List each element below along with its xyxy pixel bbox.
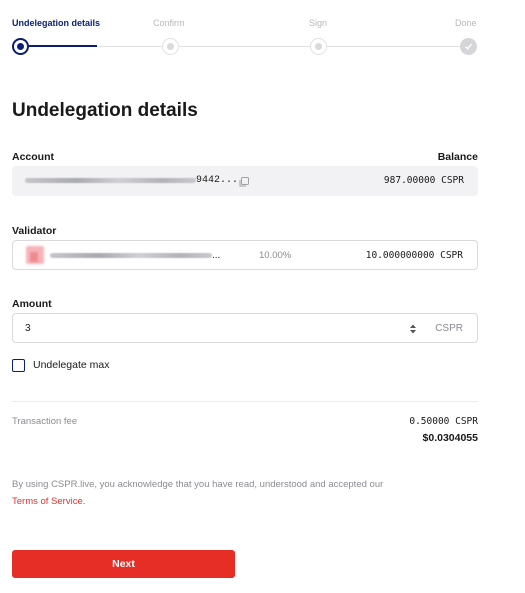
copy-icon[interactable] — [238, 175, 250, 187]
account-address-blurred — [25, 178, 196, 183]
step-pending-icon — [162, 38, 179, 55]
amount-label: Amount — [12, 298, 52, 310]
validator-name-ellipsis: ... — [212, 250, 221, 261]
validator-fee: 10.00% — [259, 250, 292, 261]
amount-field[interactable]: CSPR — [12, 313, 478, 343]
amount-unit: CSPR — [435, 323, 463, 334]
balance-label: Balance — [437, 151, 478, 163]
validator-label: Validator — [12, 225, 57, 237]
step-check-icon — [460, 38, 477, 55]
undelegate-max-label: Undelegate max — [33, 359, 110, 371]
spinner-icon[interactable] — [409, 322, 417, 334]
validator-avatar — [26, 246, 44, 264]
account-address-suffix: 9442... — [196, 175, 239, 186]
account-field: 9442... 987.00000 CSPR — [12, 166, 478, 196]
account-label: Account — [12, 151, 54, 163]
undelegate-max-checkbox[interactable] — [12, 358, 25, 372]
undelegate-max-toggle[interactable]: Undelegate max — [12, 358, 109, 372]
next-button[interactable]: Next — [12, 550, 235, 578]
step-label-confirm: Confirm — [153, 18, 185, 28]
legal-notice: By using CSPR.live, you acknowledge that… — [12, 476, 478, 510]
legal-text: By using CSPR.live, you acknowledge that… — [12, 479, 384, 490]
amount-input[interactable] — [25, 314, 405, 342]
step-label-done: Done — [455, 18, 477, 28]
step-label-sign: Sign — [309, 18, 328, 28]
step-line-1 — [29, 45, 97, 47]
step-line-2 — [179, 46, 310, 47]
validator-stake: 10.000000000 CSPR — [365, 250, 463, 261]
page-title: Undelegation details — [12, 100, 198, 121]
step-line-3 — [327, 46, 460, 47]
validator-select[interactable]: ... 10.00% 10.000000000 CSPR — [12, 240, 478, 270]
validator-name-blurred — [50, 253, 212, 258]
terms-of-service-link[interactable]: Terms of Service. — [12, 496, 85, 507]
transaction-fee-usd: $0.0304055 — [422, 432, 478, 444]
transaction-fee-cspr: 0.50000 CSPR — [409, 416, 478, 427]
step-label-details: Undelegation details — [12, 18, 101, 28]
divider — [12, 401, 478, 402]
step-line-1b — [97, 46, 162, 47]
progress-stepper: Undelegation details Confirm Sign Done — [12, 18, 478, 58]
transaction-fee-label: Transaction fee — [12, 416, 78, 427]
step-current-icon — [12, 38, 29, 55]
balance-value: 987.00000 CSPR — [383, 175, 464, 186]
step-pending-icon — [310, 38, 327, 55]
